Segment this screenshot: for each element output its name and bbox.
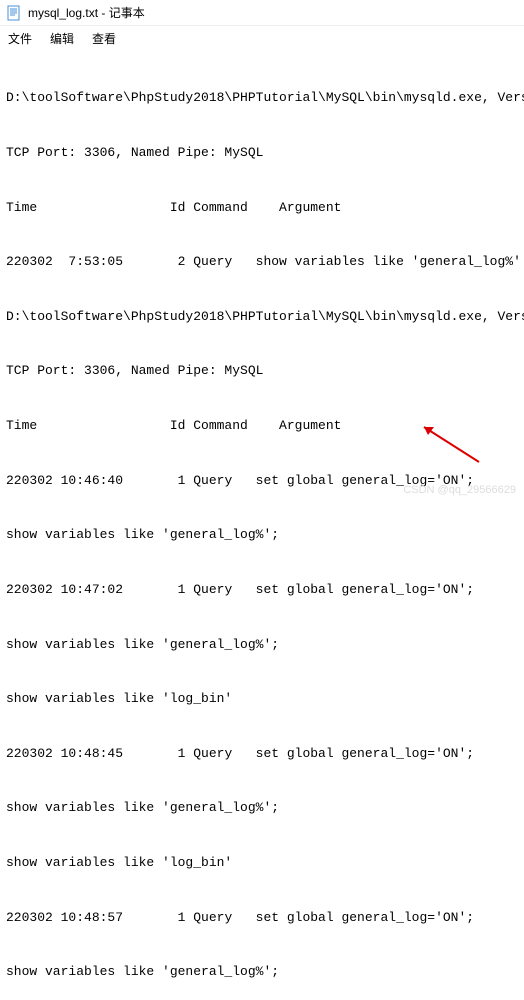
menu-edit[interactable]: 编辑 [50,30,74,47]
log-line: show variables like 'general_log%'; [6,963,518,981]
log-line: TCP Port: 3306, Named Pipe: MySQL [6,362,518,380]
log-line: 220302 7:53:05 2 Query show variables li… [6,253,518,271]
log-line: show variables like 'log_bin' [6,854,518,872]
window-title: mysql_log.txt - 记事本 [28,4,145,21]
log-line: show variables like 'general_log%'; [6,799,518,817]
menu-view[interactable]: 查看 [92,30,116,47]
log-line: 220302 10:48:57 1 Query set global gener… [6,909,518,927]
menu-file[interactable]: 文件 [8,30,32,47]
log-line: show variables like 'log_bin' [6,690,518,708]
log-line: Time Id Command Argument [6,199,518,217]
title-bar: mysql_log.txt - 记事本 [0,0,524,26]
log-line: TCP Port: 3306, Named Pipe: MySQL [6,144,518,162]
log-line: show variables like 'general_log%'; [6,636,518,654]
text-content[interactable]: D:\toolSoftware\PhpStudy2018\PHPTutorial… [0,51,524,1000]
notepad-icon [6,5,22,21]
menu-bar: 文件 编辑 查看 [0,26,524,51]
watermark: CSDN @qq_29566629 [403,484,516,496]
log-line: 220302 10:47:02 1 Query set global gener… [6,581,518,599]
log-line: show variables like 'general_log%'; [6,526,518,544]
log-line: D:\toolSoftware\PhpStudy2018\PHPTutorial… [6,308,518,326]
log-line: Time Id Command Argument [6,417,518,435]
log-line: D:\toolSoftware\PhpStudy2018\PHPTutorial… [6,89,518,107]
log-line: 220302 10:48:45 1 Query set global gener… [6,745,518,763]
